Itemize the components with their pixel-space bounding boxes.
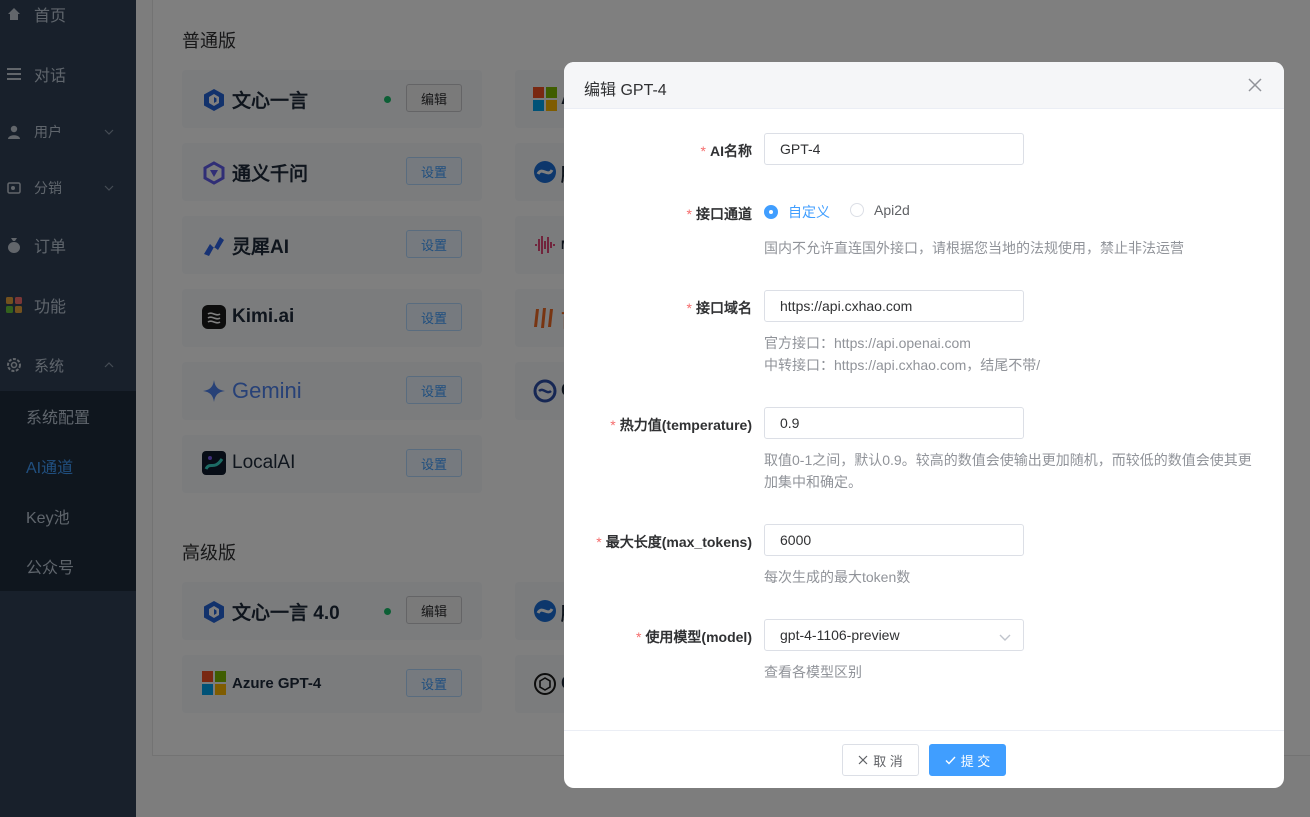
domain-hint-official: 官方接口：https://api.openai.com	[764, 335, 971, 351]
cancel-button[interactable]: 取 消	[842, 744, 919, 776]
temperature-input[interactable]	[764, 407, 1024, 439]
dialog-footer: 取 消 提 交	[564, 730, 1284, 788]
temperature-hint-line2: 加集中和确定。	[764, 474, 862, 490]
max-tokens-hint: 每次生成的最大token数	[764, 569, 911, 585]
submit-button[interactable]: 提 交	[929, 744, 1006, 776]
domain-input[interactable]	[764, 290, 1024, 322]
form-label-model: * 使用模型(model)	[635, 629, 752, 645]
channel-hint: 国内不允许直连国外接口，请根据您当地的法规使用，禁止非法运营	[764, 240, 1184, 256]
max-tokens-input[interactable]	[764, 524, 1024, 556]
model-select[interactable]	[764, 619, 1024, 651]
radio-circle	[850, 203, 864, 217]
form-label-ai-name: * AI名称	[700, 143, 752, 159]
edit-dialog: 编辑 GPT-4 *AI名称 *接口通道 自定义 Api2d 国内不允许直连国外…	[564, 62, 1284, 788]
model-compare-link[interactable]: 查看各模型区别	[764, 661, 862, 683]
form-label-domain: * 接口域名	[686, 300, 752, 316]
radio-api2d[interactable]: Api2d	[850, 202, 910, 218]
dialog-header: 编辑 GPT-4	[564, 62, 1284, 109]
close-icon[interactable]	[1246, 76, 1264, 94]
radio-circle	[764, 205, 778, 219]
dialog-title: 编辑 GPT-4	[584, 82, 667, 99]
check-icon	[945, 756, 956, 765]
domain-hint-relay: 中转接口：https://api.cxhao.com，结尾不带/	[764, 357, 1041, 373]
form-label-max-tokens: * 最大长度(max_tokens)	[596, 534, 752, 550]
form-label-channel: * 接口通道	[686, 206, 752, 222]
temperature-hint-line1: 取值0-1之间，默认0.9。较高的数值会使输出更加随机，而较低的数值会使其更	[764, 452, 1252, 468]
ai-name-input[interactable]	[764, 133, 1024, 165]
form-label-temperature: * 热力值(temperature)	[610, 417, 752, 433]
chevron-down-icon	[999, 634, 1011, 641]
close-icon	[858, 755, 868, 765]
radio-custom[interactable]: 自定义	[764, 202, 830, 222]
